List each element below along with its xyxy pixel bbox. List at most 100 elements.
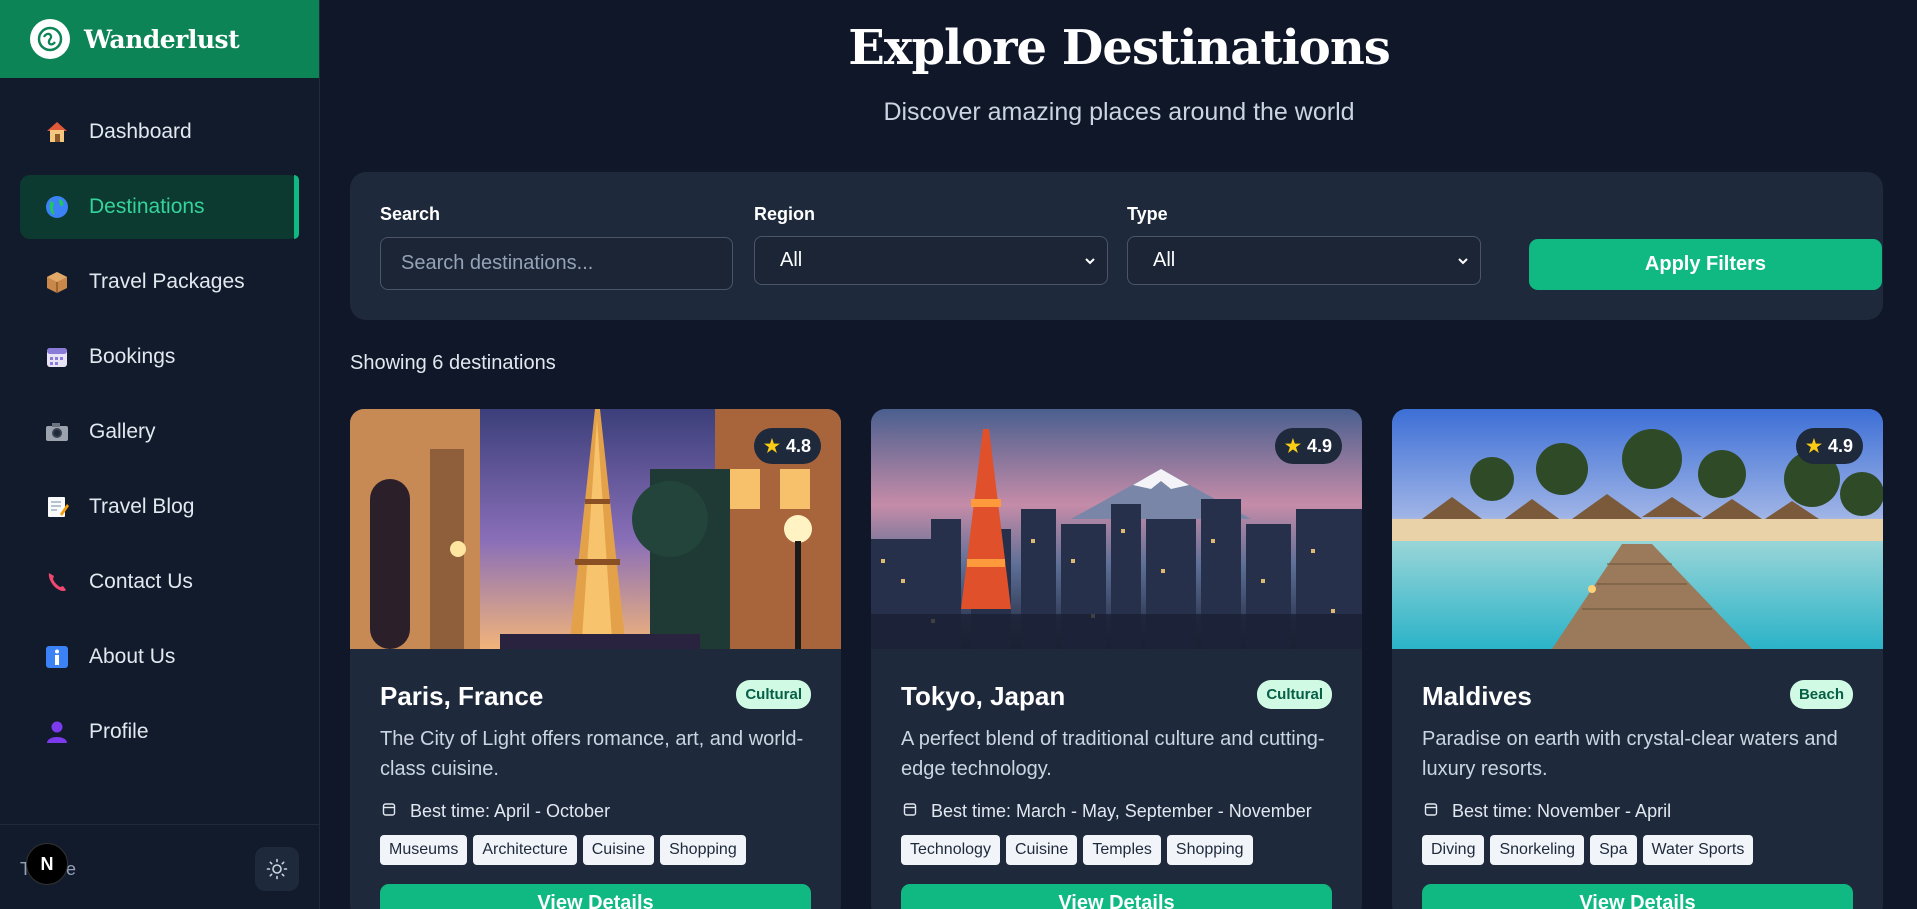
type-select[interactable]: All — [1127, 236, 1481, 285]
destination-card-paris[interactable]: ★ 4.8 Paris, France Cultural The City of … — [350, 409, 841, 909]
view-details-button[interactable]: View Details — [901, 884, 1332, 909]
best-time-text: Best time: March - May, September - Nove… — [931, 801, 1312, 821]
filter-panel: Search Search destinations... Region All… — [350, 172, 1883, 320]
sidebar-item-label: About Us — [89, 645, 176, 668]
destination-image-maldives: ★ 4.9 — [1392, 409, 1883, 649]
sidebar-item-dashboard[interactable]: Dashboard — [20, 100, 299, 164]
best-time: Best time: November - April — [1422, 801, 1671, 822]
sidebar-item-bookings[interactable]: Bookings — [20, 325, 299, 389]
sidebar-item-label: Travel Packages — [89, 270, 245, 293]
type-select-value: All — [1153, 249, 1176, 271]
star-icon: ★ — [1284, 435, 1301, 456]
brand-name: Wanderlust — [84, 24, 240, 54]
tag: Cuisine — [582, 835, 655, 865]
rating-badge: ★ 4.9 — [1274, 428, 1342, 464]
type-badge: Cultural — [1257, 680, 1332, 709]
tag-list: Museums Architecture Cuisine Shopping — [380, 835, 746, 865]
destination-image-tokyo: ★ 4.9 — [871, 409, 1362, 649]
best-time: Best time: April - October — [380, 801, 610, 822]
sidebar-item-label: Dashboard — [89, 120, 192, 143]
tag: Cuisine — [1005, 835, 1078, 865]
framework-badge[interactable]: N — [26, 843, 68, 885]
best-time-text: Best time: April - October — [410, 801, 611, 821]
rating-badge: ★ 4.8 — [753, 428, 821, 464]
sun-icon — [266, 858, 288, 880]
sidebar-item-travel-blog[interactable]: Travel Blog — [20, 475, 299, 539]
main-content: Explore Destinations Discover amazing pl… — [321, 0, 1917, 909]
sidebar-item-label: Gallery — [89, 420, 156, 443]
results-summary: Showing 6 destinations — [350, 352, 556, 374]
sidebar-nav: Dashboard Destinations Travel Packages B… — [0, 100, 319, 764]
info-icon — [43, 643, 71, 671]
sidebar-item-gallery[interactable]: Gallery — [20, 400, 299, 464]
destination-title: Maldives — [1422, 681, 1532, 711]
calendar-icon — [382, 802, 396, 816]
tag: Snorkeling — [1490, 835, 1585, 865]
tag-list: Diving Snorkeling Spa Water Sports — [1422, 835, 1754, 865]
destination-card-tokyo[interactable]: ★ 4.9 Tokyo, Japan Cultural A perfect ble… — [871, 409, 1362, 909]
destination-description: The City of Light offers romance, art, a… — [380, 728, 804, 780]
view-details-button[interactable]: View Details — [380, 884, 811, 909]
sidebar-item-label: Contact Us — [89, 570, 193, 593]
phone-icon — [43, 568, 71, 596]
sidebar-footer: Theme N — [0, 824, 320, 909]
calendar-icon — [903, 802, 917, 816]
region-select-value: All — [780, 249, 803, 271]
sidebar: Wanderlust Dashboard Destinations Travel… — [0, 0, 320, 909]
tag: Spa — [1590, 835, 1637, 865]
star-icon: ★ — [1805, 435, 1822, 456]
globe-logo-icon — [30, 19, 70, 59]
brand-header[interactable]: Wanderlust — [0, 0, 319, 78]
memo-icon — [43, 493, 71, 521]
region-label: Region — [754, 204, 815, 224]
tag: Diving — [1422, 835, 1485, 865]
tag-list: Technology Cuisine Temples Shopping — [901, 835, 1253, 865]
tag: Shopping — [660, 835, 746, 865]
tag: Museums — [380, 835, 468, 865]
package-icon — [43, 268, 71, 296]
view-details-button[interactable]: View Details — [1422, 884, 1853, 909]
sidebar-item-label: Travel Blog — [89, 495, 195, 518]
rating-badge: ★ 4.9 — [1795, 428, 1863, 464]
tag: Water Sports — [1642, 835, 1754, 865]
destination-image-paris: ★ 4.8 — [350, 409, 841, 649]
destination-card-maldives[interactable]: ★ 4.9 Maldives Beach Paradise on earth wi… — [1392, 409, 1883, 909]
user-icon — [43, 718, 71, 746]
globe-icon — [43, 193, 71, 221]
sidebar-item-contact-us[interactable]: Contact Us — [20, 550, 299, 614]
house-icon — [43, 118, 71, 146]
sidebar-item-profile[interactable]: Profile — [20, 700, 299, 764]
calendar-icon — [43, 343, 71, 371]
type-label: Type — [1127, 204, 1168, 224]
destination-title: Paris, France — [380, 681, 544, 711]
sidebar-item-travel-packages[interactable]: Travel Packages — [20, 250, 299, 314]
destination-title: Tokyo, Japan — [901, 681, 1066, 711]
sidebar-item-destinations[interactable]: Destinations — [20, 175, 299, 239]
tag: Architecture — [473, 835, 577, 865]
sidebar-item-label: Profile — [89, 720, 149, 743]
apply-filters-button[interactable]: Apply Filters — [1529, 239, 1882, 290]
sidebar-item-about-us[interactable]: About Us — [20, 625, 299, 689]
best-time-text: Best time: November - April — [1452, 801, 1672, 821]
destination-description: A perfect blend of traditional culture a… — [901, 728, 1325, 780]
star-icon: ★ — [763, 435, 780, 456]
page-subtitle: Discover amazing places around the world — [883, 98, 1355, 126]
tag: Technology — [901, 835, 1000, 865]
search-label: Search — [380, 204, 441, 224]
region-select[interactable]: All — [754, 236, 1108, 285]
best-time: Best time: March - May, September - Nove… — [901, 801, 1312, 822]
type-badge: Beach — [1789, 680, 1853, 709]
tag: Shopping — [1166, 835, 1253, 865]
sidebar-item-label: Bookings — [89, 345, 176, 368]
theme-toggle-button[interactable] — [255, 847, 299, 891]
type-badge: Cultural — [736, 680, 811, 709]
tag: Temples — [1083, 835, 1161, 865]
chevron-down-icon — [1085, 258, 1095, 265]
destination-description: Paradise on earth with crystal-clear wat… — [1422, 728, 1838, 780]
calendar-icon — [1424, 802, 1438, 816]
search-input[interactable]: Search destinations... — [380, 237, 733, 290]
sidebar-item-label: Destinations — [89, 195, 205, 218]
chevron-down-icon — [1458, 258, 1468, 265]
page-title: Explore Destinations — [848, 20, 1391, 76]
camera-icon — [43, 418, 71, 446]
